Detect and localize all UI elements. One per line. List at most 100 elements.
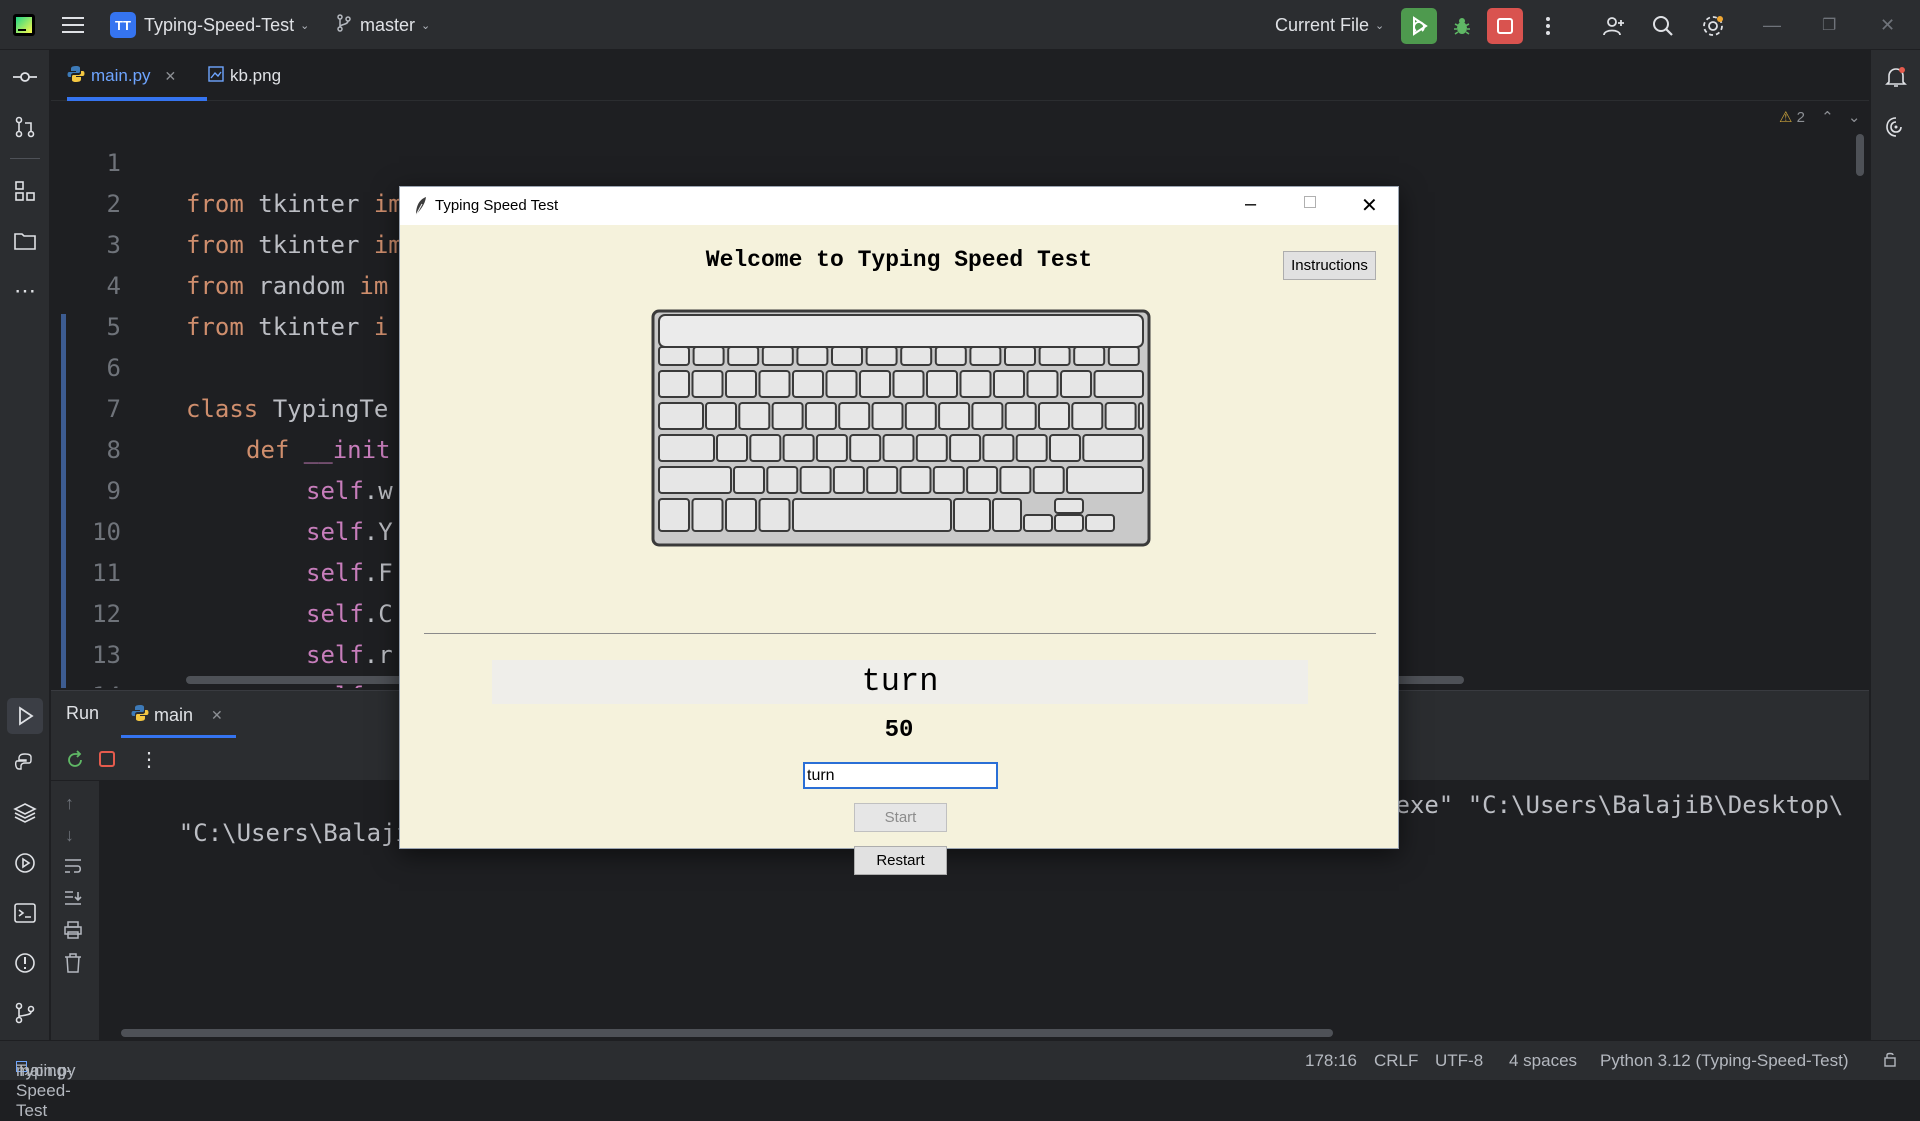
keyboard-key [738,402,771,430]
keyboard-key [900,346,933,366]
keyboard-key [1066,466,1144,494]
breadcrumb-file[interactable]: main.py [16,1061,76,1081]
settings-gear-icon[interactable] [1695,8,1731,44]
tab-label: main.py [91,66,151,85]
app-window-title: Typing Speed Test [435,197,559,214]
image-file-icon [208,65,224,87]
rerun-icon[interactable] [64,749,86,776]
tab-kb-png[interactable]: kb.png [208,51,281,101]
separator-line [424,633,1376,634]
restart-button[interactable]: Restart [854,846,947,875]
git-branch-icon [336,13,352,37]
soft-wrap-icon[interactable] [63,857,83,880]
keyboard-key [904,402,937,430]
git-icon[interactable] [12,1000,38,1026]
app-title-bar: Typing Speed Test – ✕ [400,187,1398,225]
run-config-selector[interactable]: Current File ⌄ [1275,0,1384,50]
keyboard-key [733,466,765,494]
keyboard-key [705,402,737,430]
keyboard-key [971,402,1004,430]
keyboard-key [865,346,898,366]
terminal-icon[interactable] [12,900,38,926]
close-tab-icon[interactable]: ✕ [211,707,223,724]
notifications-icon[interactable] [1883,64,1909,90]
close-icon[interactable]: ✕ [1880,0,1895,50]
python-file-icon [67,65,85,88]
code-line: 1 from tkinter import * [51,102,1869,218]
more-actions-icon[interactable] [1530,8,1566,44]
more-options-icon[interactable]: ⋮ [139,747,159,772]
keyboard-key [658,466,732,494]
add-user-icon[interactable] [1596,8,1632,44]
current-word-label: turn [492,660,1308,704]
keyboard-key [982,434,1015,462]
instructions-button[interactable]: Instructions [1283,251,1376,280]
problems-icon[interactable] [12,950,38,976]
keyboard-key [899,466,932,494]
typing-input[interactable] [803,762,998,789]
ide-logo-icon[interactable] [12,0,36,50]
chevron-down-icon: ⌄ [421,19,431,32]
ai-assistant-icon[interactable] [1883,114,1909,140]
python-console-icon[interactable] [12,750,38,776]
keyboard-key [1004,402,1037,430]
run-tab-main[interactable]: main ✕ [131,691,223,739]
keyboard-key [725,498,757,532]
keyboard-key [758,370,791,398]
file-encoding[interactable]: UTF-8 [1435,1051,1483,1071]
close-icon[interactable]: ✕ [1361,193,1378,218]
layers-icon[interactable] [12,800,38,826]
services-icon[interactable] [12,850,38,876]
chevron-down-icon: ⌄ [1375,19,1385,32]
commit-icon[interactable] [12,64,38,90]
run-tool-icon[interactable] [7,698,43,734]
python-interpreter[interactable]: Python 3.12 (Typing-Speed-Test) [1600,1051,1849,1071]
branch-selector[interactable]: master ⌄ [336,0,430,50]
trash-icon[interactable] [64,953,82,978]
keyboard-key [838,402,871,430]
stop-icon[interactable] [99,751,115,772]
print-icon[interactable] [63,921,83,944]
debug-icon[interactable] [1444,8,1480,44]
search-icon[interactable] [1645,8,1681,44]
read-only-lock-icon[interactable] [1882,1051,1898,1072]
more-tools-icon[interactable]: ⋯ [12,278,38,304]
chevron-up-icon[interactable]: ⌃ [1821,109,1834,126]
restore-icon[interactable]: ❐ [1822,0,1836,50]
right-tool-strip [1870,50,1920,1050]
console-horizontal-scrollbar[interactable] [121,1029,1333,1037]
keyboard-key [692,346,725,366]
editor-vertical-scrollbar[interactable] [1856,134,1864,176]
stop-button[interactable] [1487,8,1523,44]
minimize-icon[interactable]: — [1763,0,1781,50]
keyboard-key [658,434,715,462]
maximize-icon[interactable] [1304,196,1316,208]
console-line-right: .exe" "C:\Users\BalajiB\Desktop\ [1381,791,1844,819]
scroll-to-end-icon[interactable] [63,889,83,912]
start-button[interactable]: Start [854,803,947,832]
structure-icon[interactable] [12,178,38,204]
project-folder-icon[interactable] [12,228,38,254]
keyboard-key [999,466,1032,494]
left-tool-strip: ⋯ [0,50,50,1050]
pull-requests-icon[interactable] [12,114,38,140]
keyboard-key [926,370,958,398]
tab-main-py[interactable]: main.py ✕ [67,51,176,101]
project-name: Typing-Speed-Test [144,14,295,35]
timer-label: 50 [884,717,914,744]
line-separator[interactable]: CRLF [1374,1051,1418,1071]
chevron-down-icon[interactable]: ⌄ [1848,109,1861,126]
keyboard-key [969,346,1002,366]
main-menu-icon[interactable] [62,0,84,50]
warning-icon: ⚠ [1779,109,1793,126]
indent-setting[interactable]: 4 spaces [1509,1051,1577,1071]
inspection-widget[interactable]: ⚠ 2 ⌃ ⌄ [1779,108,1860,126]
scroll-up-icon[interactable]: ↑ [65,793,74,814]
scroll-down-icon[interactable]: ↓ [65,825,74,846]
rerun-button[interactable] [1401,8,1437,44]
minimize-icon[interactable]: – [1245,193,1256,216]
caret-position[interactable]: 178:16 [1305,1051,1357,1071]
close-tab-icon[interactable]: ✕ [165,68,177,85]
project-selector[interactable]: TT Typing-Speed-Test ⌄ [110,0,309,50]
keyboard-key [831,346,863,366]
